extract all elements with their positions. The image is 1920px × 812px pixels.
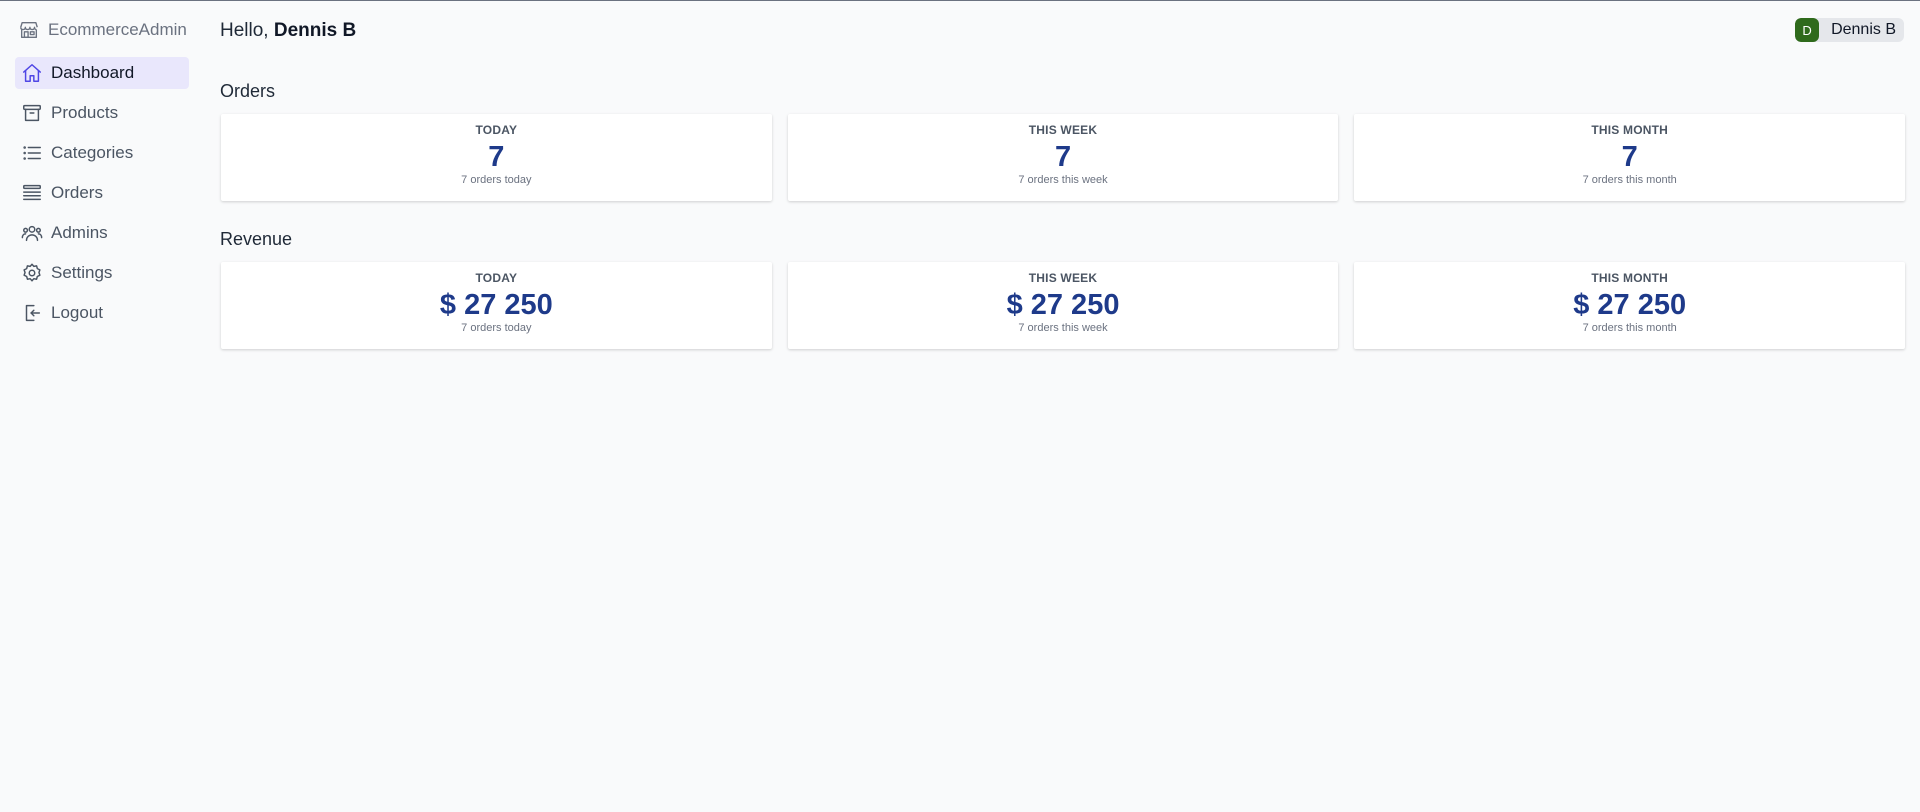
sidebar-item-label: Dashboard <box>51 63 135 82</box>
card-value: $ 27 250 <box>1006 289 1120 321</box>
queue-icon <box>23 184 41 201</box>
store-icon <box>20 21 38 39</box>
card-subtext: 7 orders this week <box>1018 322 1108 334</box>
sidebar-nav: Dashboard Products Categories Orders Adm… <box>15 57 189 337</box>
revenue-section-title: Revenue <box>220 229 293 249</box>
card-value: 7 <box>488 141 505 173</box>
orders-card-today: TODAY 7 7 orders today <box>221 114 772 201</box>
archive-icon <box>23 104 41 122</box>
card-value: $ 27 250 <box>1573 289 1687 321</box>
orders-section-title: Orders <box>220 81 276 101</box>
revenue-card-this-week: THIS WEEK $ 27 250 7 orders this week <box>787 262 1339 349</box>
revenue-cards: TODAY $ 27 250 7 orders today THIS WEEK … <box>221 262 1906 349</box>
sidebar-item-dashboard[interactable]: Dashboard <box>15 57 189 89</box>
sidebar-item-settings[interactable]: Settings <box>15 257 189 289</box>
sidebar-item-admins[interactable]: Admins <box>15 217 189 249</box>
sidebar-item-orders[interactable]: Orders <box>15 177 189 209</box>
card-subtext: 7 orders this month <box>1582 174 1677 186</box>
avatar: D <box>1795 18 1820 42</box>
brand-logo[interactable]: EcommerceAdmin <box>18 17 187 43</box>
card-subtext: 7 orders this month <box>1582 322 1677 334</box>
card-label: THIS WEEK <box>1028 123 1098 137</box>
sidebar-item-categories[interactable]: Categories <box>15 137 189 169</box>
revenue-card-today: TODAY $ 27 250 7 orders today <box>221 262 772 349</box>
gear-icon <box>23 263 41 282</box>
user-menu-button[interactable]: D Dennis B <box>1795 18 1904 42</box>
sidebar-item-label: Logout <box>51 303 103 322</box>
card-value: 7 <box>1621 141 1638 173</box>
sidebar-item-label: Categories <box>51 143 134 162</box>
orders-card-this-week: THIS WEEK 7 7 orders this week <box>787 114 1339 201</box>
card-label: THIS MONTH <box>1591 271 1669 285</box>
sidebar-item-label: Orders <box>51 183 103 202</box>
list-icon <box>23 146 41 160</box>
card-value: $ 27 250 <box>439 289 553 321</box>
revenue-card-this-month: THIS MONTH $ 27 250 7 orders this month <box>1354 262 1906 349</box>
card-subtext: 7 orders today <box>461 174 532 186</box>
user-name: Dennis B <box>1831 21 1896 38</box>
sidebar-item-label: Settings <box>51 263 113 282</box>
sidebar: EcommerceAdmin Dashboard Products Catego… <box>0 1 204 812</box>
greeting-prefix: Hello, <box>220 20 269 41</box>
home-icon <box>23 64 41 82</box>
sidebar-item-label: Admins <box>51 223 108 242</box>
greeting-user-name: Dennis B <box>273 20 357 41</box>
users-icon <box>21 225 43 242</box>
card-subtext: 7 orders today <box>461 322 532 334</box>
card-label: THIS WEEK <box>1028 271 1098 285</box>
orders-card-this-month: THIS MONTH 7 7 orders this month <box>1354 114 1906 201</box>
card-subtext: 7 orders this week <box>1018 174 1108 186</box>
orders-cards: TODAY 7 7 orders today THIS WEEK 7 7 ord… <box>221 114 1906 201</box>
card-label: TODAY <box>475 271 518 285</box>
card-label: THIS MONTH <box>1591 123 1669 137</box>
brand-name: EcommerceAdmin <box>48 20 187 39</box>
sidebar-item-products[interactable]: Products <box>15 97 189 129</box>
logout-icon <box>25 304 41 322</box>
card-label: TODAY <box>475 123 518 137</box>
sidebar-item-label: Products <box>51 103 119 122</box>
greeting: Hello, Dennis B <box>220 20 356 42</box>
sidebar-item-logout[interactable]: Logout <box>15 297 189 329</box>
card-value: 7 <box>1054 141 1072 173</box>
